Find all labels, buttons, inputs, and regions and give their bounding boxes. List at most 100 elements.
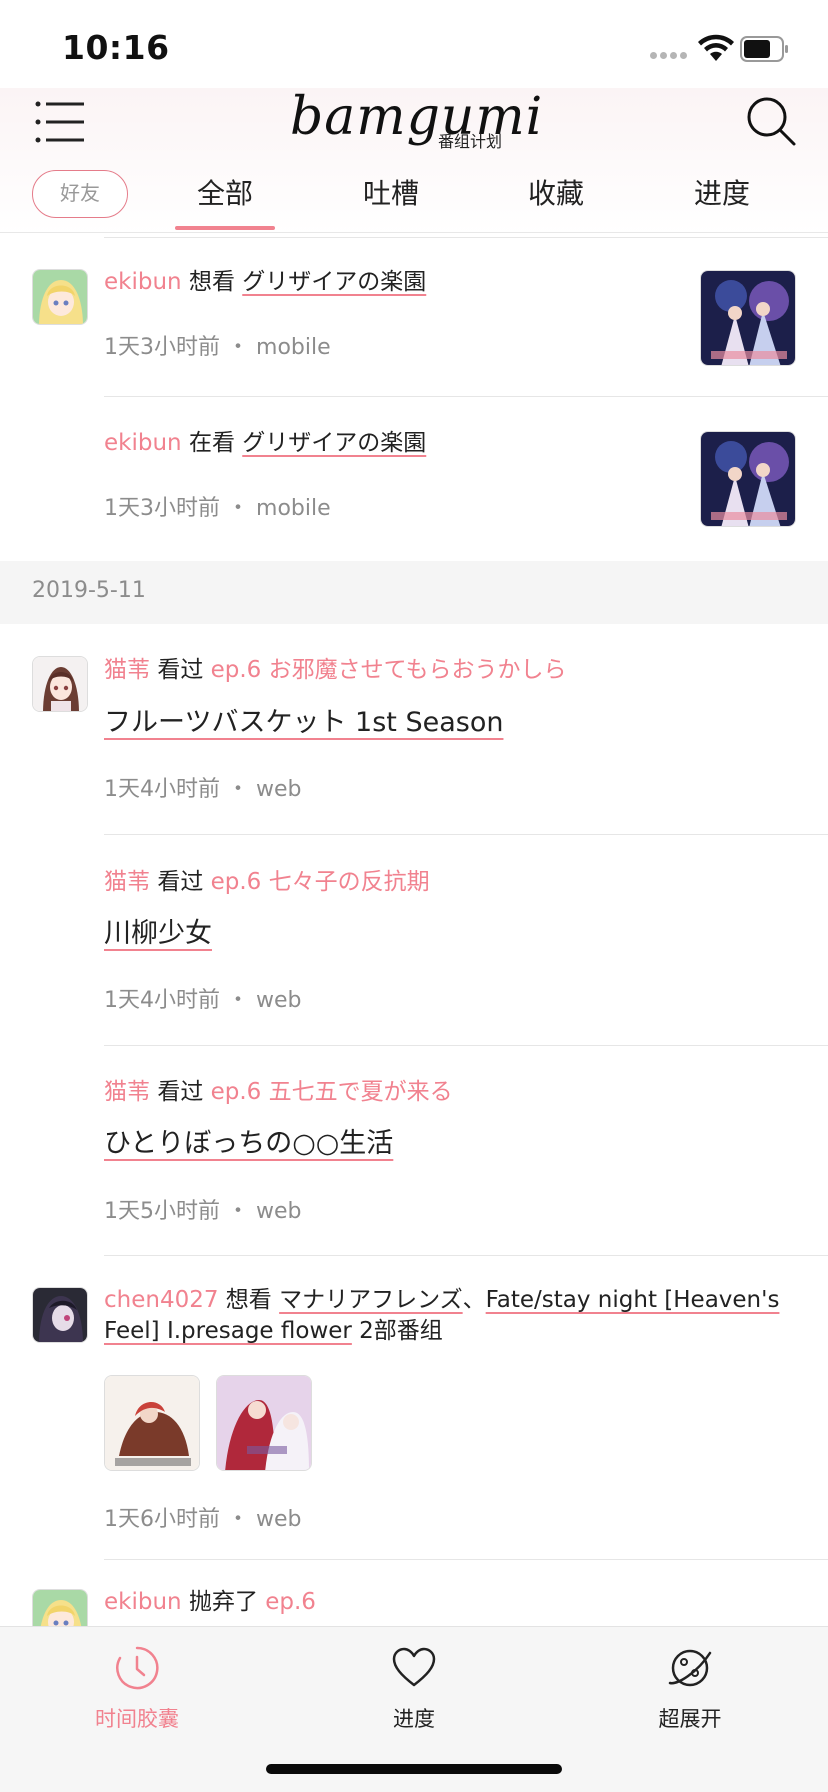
- subject-cover[interactable]: [216, 1375, 312, 1471]
- activity-line: 猫苇 看过 ep.6 五七五で夏が来る: [104, 1077, 453, 1108]
- nav-timeline[interactable]: 时间胶囊: [57, 1645, 217, 1733]
- dot-separator: ・: [227, 777, 250, 802]
- timeline-feed[interactable]: ekibun 想看 グリザイアの楽園 1天3小时前 ・ mobile ekibu…: [0, 233, 828, 1627]
- subject-count: 2部番组: [359, 1318, 443, 1344]
- divider: [104, 1559, 828, 1560]
- activity-line: ekibun 在看 グリザイアの楽園: [104, 428, 426, 459]
- avatar[interactable]: [32, 656, 88, 712]
- status-time: 10:16: [62, 28, 170, 67]
- action-text: 在看: [188, 430, 235, 456]
- username-link[interactable]: 猫苇: [104, 657, 150, 683]
- source-text: web: [256, 777, 302, 802]
- time-text: 1天4小时前: [104, 777, 220, 802]
- logo-subtitle: 番组计划: [438, 132, 503, 151]
- username-link[interactable]: chen4027: [104, 1287, 218, 1313]
- clock-icon: [116, 1646, 159, 1690]
- activity-line: 猫苇 看过 ep.6 お邪魔させてもらおうかしら: [104, 655, 566, 686]
- tab-collections[interactable]: 收藏: [501, 166, 611, 232]
- subject-cover[interactable]: [700, 270, 796, 366]
- menu-icon[interactable]: [34, 98, 86, 146]
- episode-link[interactable]: ep.6 五七五で夏が来る: [211, 1079, 453, 1105]
- time-text: 1天6小时前: [104, 1507, 220, 1532]
- item-meta: 1天6小时前 ・ web: [104, 1501, 302, 1533]
- nav-label: 进度: [393, 1707, 435, 1731]
- item-meta: 1天4小时前 ・ web: [104, 982, 302, 1014]
- episode-link[interactable]: ep.6: [265, 1589, 316, 1615]
- item-meta: 1天3小时前 ・ mobile: [104, 329, 331, 361]
- username-link[interactable]: 猫苇: [104, 869, 150, 895]
- home-indicator: [266, 1764, 562, 1774]
- nav-discover[interactable]: 超展开: [610, 1645, 770, 1733]
- activity-line: ekibun 想看 グリザイアの楽園: [104, 267, 426, 298]
- app-header: bamgumi 番组计划 好友 全部 吐槽 收藏 进度: [0, 88, 828, 234]
- action-text: 想看: [188, 269, 235, 295]
- divider: [104, 396, 828, 397]
- dot-separator: ・: [227, 1199, 250, 1224]
- planet-icon: [668, 1649, 712, 1687]
- activity-line: ekibun 抛弃了 ep.6: [104, 1587, 316, 1618]
- username-link[interactable]: 猫苇: [104, 1079, 150, 1105]
- avatar[interactable]: [32, 1589, 88, 1627]
- episode-link[interactable]: ep.6 お邪魔させてもらおうかしら: [211, 657, 567, 683]
- item-meta: 1天5小时前 ・ web: [104, 1193, 302, 1225]
- username-link[interactable]: ekibun: [104, 1589, 182, 1615]
- date-text: 2019-5-11: [32, 578, 146, 603]
- list-separator: 、: [462, 1287, 486, 1313]
- subject-cover[interactable]: [700, 431, 796, 527]
- source-text: web: [256, 1199, 302, 1224]
- nav-progress[interactable]: 进度: [334, 1645, 494, 1733]
- search-icon[interactable]: [744, 94, 800, 150]
- item-meta: 1天3小时前 ・ mobile: [104, 490, 331, 522]
- source-text: web: [256, 1507, 302, 1532]
- item-meta: 1天4小时前 ・ web: [104, 771, 302, 803]
- time-text: 1天5小时前: [104, 1199, 220, 1224]
- subject-title-link[interactable]: フルーツバスケット 1st Season: [104, 705, 503, 741]
- divider: [104, 237, 828, 238]
- action-text: 想看: [225, 1287, 272, 1313]
- wifi-icon: [698, 34, 734, 61]
- source-text: mobile: [256, 335, 331, 360]
- date-header: 2019-5-11: [0, 561, 828, 624]
- divider: [104, 1045, 828, 1046]
- activity-line: 猫苇 看过 ep.6 七々子の反抗期: [104, 867, 430, 898]
- subject-link[interactable]: グリザイアの楽園: [242, 430, 426, 456]
- avatar[interactable]: [32, 269, 88, 325]
- nav-label: 超展开: [658, 1707, 722, 1731]
- subject-title-link[interactable]: 川柳少女: [104, 916, 212, 952]
- status-bar: 10:16: [0, 0, 828, 88]
- heart-icon: [392, 1647, 436, 1687]
- subject-title-link[interactable]: ひとりぼっちの○○生活: [104, 1126, 393, 1162]
- action-text: 看过: [157, 657, 204, 683]
- signal-icon: [650, 52, 687, 59]
- logo-text: bamgumi: [290, 87, 544, 147]
- action-text: 看过: [157, 1079, 204, 1105]
- time-text: 1天4小时前: [104, 988, 220, 1013]
- action-text: 看过: [157, 869, 204, 895]
- subject-link[interactable]: グリザイアの楽園: [242, 269, 426, 295]
- nav-label: 时间胶囊: [95, 1707, 179, 1731]
- battery-icon: [740, 36, 788, 62]
- tab-comments[interactable]: 吐槽: [336, 166, 446, 232]
- username-link[interactable]: ekibun: [104, 430, 182, 456]
- tab-all[interactable]: 全部: [170, 166, 280, 232]
- subject-link[interactable]: マナリアフレンズ: [279, 1287, 463, 1313]
- divider: [104, 1255, 828, 1256]
- dot-separator: ・: [227, 496, 250, 521]
- dot-separator: ・: [227, 1507, 250, 1532]
- time-text: 1天3小时前: [104, 496, 220, 521]
- subject-cover[interactable]: [104, 1375, 200, 1471]
- source-text: web: [256, 988, 302, 1013]
- action-text: 抛弃了: [188, 1589, 258, 1615]
- time-text: 1天3小时前: [104, 335, 220, 360]
- tab-progress[interactable]: 进度: [667, 166, 777, 232]
- dot-separator: ・: [227, 988, 250, 1013]
- avatar[interactable]: [32, 1287, 88, 1343]
- episode-link[interactable]: ep.6 七々子の反抗期: [211, 869, 430, 895]
- dot-separator: ・: [227, 335, 250, 360]
- tab-friends[interactable]: 好友: [32, 170, 128, 218]
- app-logo: bamgumi: [290, 87, 544, 150]
- tab-bar: 好友 全部 吐槽 收藏 进度: [0, 166, 828, 232]
- source-text: mobile: [256, 496, 331, 521]
- username-link[interactable]: ekibun: [104, 269, 182, 295]
- activity-line: chen4027 想看 マナリアフレンズ、Fate/stay night [He…: [104, 1285, 804, 1347]
